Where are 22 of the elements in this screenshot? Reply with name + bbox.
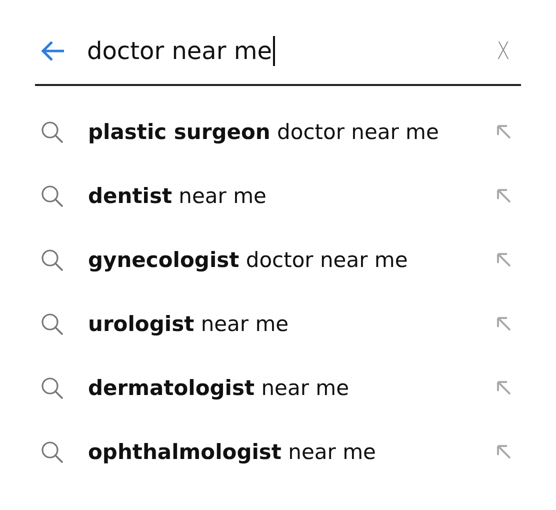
back-arrow-icon[interactable]	[40, 40, 66, 62]
arrow-up-left-icon[interactable]	[496, 380, 512, 396]
search-icon	[40, 248, 64, 272]
arrow-up-left-icon[interactable]	[496, 316, 512, 332]
arrow-up-left-icon[interactable]	[496, 124, 512, 140]
search-icon	[40, 120, 64, 144]
search-input[interactable]: doctor near me	[87, 37, 272, 65]
search-icon	[40, 440, 64, 464]
arrow-up-left-icon[interactable]	[496, 252, 512, 268]
suggestion-link[interactable]: dentist near me	[88, 184, 496, 208]
arrow-up-left-icon[interactable]	[496, 188, 512, 204]
search-icon	[40, 184, 64, 208]
suggestion-link[interactable]: ophthalmologist near me	[88, 440, 496, 464]
text-cursor	[273, 36, 275, 66]
suggestion-link[interactable]: gynecologist doctor near me	[88, 248, 496, 272]
clear-button[interactable]: X	[491, 37, 514, 65]
search-icon	[40, 312, 64, 336]
suggestion-link[interactable]: plastic surgeon doctor near me	[88, 120, 496, 144]
arrow-up-left-icon[interactable]	[496, 444, 512, 460]
suggestion-link[interactable]: urologist near me	[88, 312, 496, 336]
search-icon	[40, 376, 64, 400]
suggestion-link[interactable]: dermatologist near me	[88, 376, 496, 400]
